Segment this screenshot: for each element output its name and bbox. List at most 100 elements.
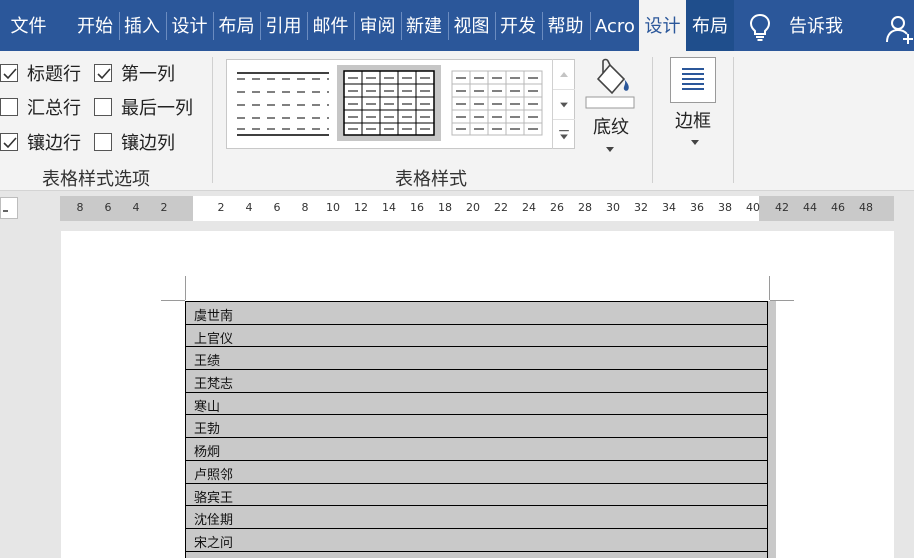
ruler-tick-label: 2 <box>217 201 225 214</box>
checkmark-icon <box>3 137 17 149</box>
table-row[interactable]: 宋之问 <box>185 527 768 551</box>
borders-button[interactable]: 边框 <box>662 57 724 157</box>
ribbon-panel: 标题行 第一列 汇总行 最后一列 镶边行 镶边列 表格样式选项 表格样式 底纹 … <box>0 51 914 191</box>
shading-dropdown-icon <box>606 147 614 152</box>
tab-acrobat[interactable]: Acro <box>591 0 639 51</box>
table-row[interactable]: 杨炯 <box>185 437 768 460</box>
table-row[interactable]: 上官仪 <box>185 323 768 347</box>
table-row[interactable]: 李峤 <box>185 550 768 558</box>
table-row[interactable]: 王勃 <box>185 414 768 437</box>
table-cell-text: 寒山 <box>194 399 221 415</box>
total-row-label: 汇总行 <box>27 98 81 119</box>
table-cell-text: 宋之问 <box>194 535 234 551</box>
ruler-tick-label: 42 <box>775 201 789 214</box>
banded-columns-checkbox[interactable]: 镶边列 <box>94 130 175 154</box>
banded-columns-label: 镶边列 <box>121 133 175 154</box>
table-style-light-grid[interactable] <box>445 65 549 141</box>
ruler-tick-label: 12 <box>354 201 368 214</box>
table-cell-text: 沈佺期 <box>194 513 234 529</box>
tab-developer[interactable]: 开发 <box>496 0 540 51</box>
checkbox-box[interactable] <box>94 98 112 116</box>
group-divider <box>212 57 213 183</box>
ruler-tick-label: 38 <box>718 201 732 214</box>
table-cell-text: 卢照邻 <box>194 467 234 483</box>
shading-label: 底纹 <box>593 117 629 138</box>
gallery-more-icon[interactable] <box>553 119 575 149</box>
table-style-gallery <box>226 59 575 149</box>
group-divider <box>733 57 734 183</box>
tab-stop-selector[interactable] <box>0 197 18 219</box>
ruler-tick-label: 44 <box>803 201 817 214</box>
first-column-checkbox[interactable]: 第一列 <box>94 61 175 85</box>
table-row[interactable]: 虞世南 <box>185 301 768 324</box>
tab-file[interactable]: 文件 <box>0 0 57 51</box>
horizontal-ruler[interactable]: 8 6 4 2 2 4 6 8 10 12 14 16 18 20 22 24 … <box>0 192 914 229</box>
tab-table-layout[interactable]: 布局 <box>686 0 734 51</box>
table-row[interactable]: 骆宾王 <box>185 482 768 506</box>
tab-table-design[interactable]: 设计 <box>639 0 686 51</box>
table-style-plain[interactable] <box>231 65 335 141</box>
checkbox-box[interactable] <box>94 64 112 82</box>
checkmark-icon <box>3 68 17 80</box>
checkbox-box[interactable] <box>94 133 112 151</box>
ruler-tick-label: 6 <box>273 201 281 214</box>
table-cell-text: 王勃 <box>194 422 221 438</box>
tab-design[interactable]: 设计 <box>167 0 212 51</box>
ruler-tick-label: 26 <box>550 201 564 214</box>
crop-mark <box>769 276 770 300</box>
tab-home[interactable]: 开始 <box>72 0 118 51</box>
header-row-label: 标题行 <box>27 64 81 85</box>
ruler-tick-label: 14 <box>382 201 396 214</box>
ruler-tick-label: 6 <box>104 201 112 214</box>
banded-rows-checkbox[interactable]: 镶边行 <box>0 130 81 154</box>
tab-mailings[interactable]: 邮件 <box>308 0 353 51</box>
table-row[interactable]: 卢照邻 <box>185 459 768 483</box>
gallery-scroll-up-icon[interactable] <box>553 59 575 89</box>
tab-review[interactable]: 审阅 <box>355 0 400 51</box>
first-column-label: 第一列 <box>121 64 175 85</box>
checkbox-box[interactable] <box>0 98 18 116</box>
document-table[interactable]: 虞世南 上官仪 王绩 王梵志 寒山 王勃 杨炯 卢照邻 骆宾王 沈佺期 宋之问 … <box>185 301 768 558</box>
ruler-tick-label: 8 <box>301 201 309 214</box>
table-row[interactable]: 王梵志 <box>185 369 768 392</box>
ruler-tick-label: 40 <box>746 201 760 214</box>
table-cell-text: 虞世南 <box>194 309 234 324</box>
tab-stop-icon <box>3 210 8 212</box>
share-user-icon[interactable] <box>884 14 914 44</box>
checkbox-box[interactable] <box>0 64 18 82</box>
style-options-group-label: 表格样式选项 <box>42 169 150 190</box>
table-row[interactable]: 寒山 <box>185 391 768 415</box>
table-style-grid-selected[interactable] <box>337 65 441 141</box>
tab-references[interactable]: 引用 <box>261 0 306 51</box>
ruler-tick-label: 20 <box>466 201 480 214</box>
table-cell-text: 上官仪 <box>194 331 234 347</box>
crop-mark <box>185 276 186 300</box>
tab-layout[interactable]: 布局 <box>214 0 259 51</box>
tab-help[interactable]: 帮助 <box>543 0 588 51</box>
ruler-tick-label: 2 <box>160 201 168 214</box>
header-row-checkbox[interactable]: 标题行 <box>0 61 81 85</box>
table-style-light-grid-preview <box>451 70 543 136</box>
borders-label: 边框 <box>675 111 711 132</box>
tab-view[interactable]: 视图 <box>449 0 494 51</box>
shading-button[interactable]: 底纹 <box>584 57 638 157</box>
checkbox-box[interactable] <box>0 133 18 151</box>
table-cell-text: 王梵志 <box>194 377 234 393</box>
ruler-tick-label: 8 <box>76 201 84 214</box>
last-column-checkbox[interactable]: 最后一列 <box>94 95 193 119</box>
tab-insert[interactable]: 插入 <box>120 0 164 51</box>
ruler-tick-label: 16 <box>410 201 424 214</box>
gallery-scroll-down-icon[interactable] <box>553 89 575 119</box>
ruler-tick-label: 46 <box>831 201 845 214</box>
table-style-grid-preview <box>343 70 435 136</box>
ruler-tick-label: 30 <box>606 201 620 214</box>
table-row[interactable]: 王绩 <box>185 346 768 369</box>
banded-rows-label: 镶边行 <box>27 133 81 154</box>
ruler-tick-label: 28 <box>578 201 592 214</box>
ruler-tick-label: 36 <box>690 201 704 214</box>
total-row-checkbox[interactable]: 汇总行 <box>0 95 81 119</box>
tab-new[interactable]: 新建 <box>402 0 446 51</box>
tell-me-label: 告诉我 <box>789 16 843 37</box>
ruler-tick-label: 32 <box>634 201 648 214</box>
table-row[interactable]: 沈佺期 <box>185 505 768 528</box>
